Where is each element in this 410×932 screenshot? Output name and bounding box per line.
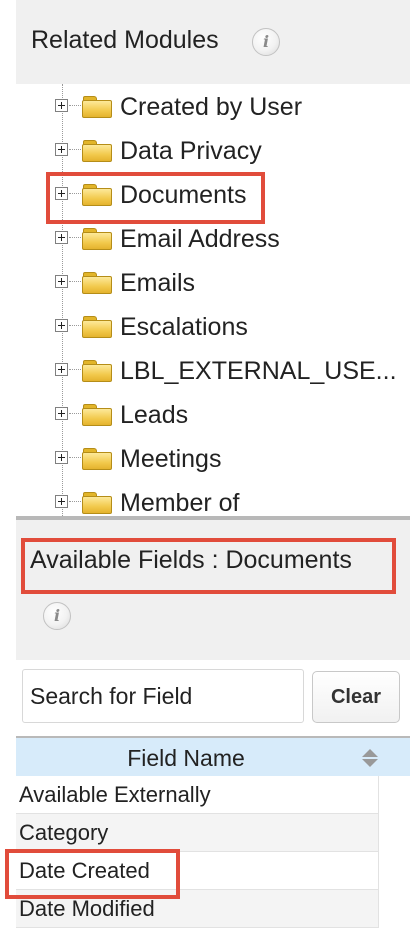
expand-icon[interactable] — [55, 407, 68, 420]
field-table: Field Name Available Externally Category… — [16, 736, 410, 928]
expand-icon[interactable] — [55, 451, 68, 464]
report-wizard-page: Related Modules i Created by User Data P… — [0, 0, 410, 932]
sort-icon[interactable] — [362, 749, 378, 767]
table-row[interactable]: Available Externally — [16, 776, 379, 814]
expand-icon[interactable] — [55, 363, 68, 376]
info-icon[interactable]: i — [43, 602, 71, 630]
expand-icon[interactable] — [55, 99, 68, 112]
tree-item-meetings[interactable]: Meetings — [16, 436, 410, 480]
tree-item-label[interactable]: Emails — [120, 268, 195, 298]
clear-button[interactable]: Clear — [312, 671, 400, 723]
tree-item-label[interactable]: Created by User — [120, 92, 302, 122]
expand-icon[interactable] — [55, 495, 68, 508]
folder-icon — [82, 492, 112, 514]
tree-item-escalations[interactable]: Escalations — [16, 304, 410, 348]
folder-icon — [82, 404, 112, 426]
expand-icon[interactable] — [55, 187, 68, 200]
table-row[interactable]: Date Modified — [16, 890, 379, 928]
folder-icon — [82, 272, 112, 294]
folder-icon — [82, 184, 112, 206]
tree-item-member-of[interactable]: Member of — [16, 480, 410, 516]
folder-icon — [82, 448, 112, 470]
tree-item-label[interactable]: Escalations — [120, 312, 248, 342]
related-modules-header: Related Modules i — [16, 0, 410, 84]
tree-item-email-address[interactable]: Email Address — [16, 216, 410, 260]
tree-item-label[interactable]: LBL_EXTERNAL_USE... — [120, 356, 410, 386]
expand-icon[interactable] — [55, 319, 68, 332]
tree-item-label[interactable]: Meetings — [120, 444, 221, 474]
column-header-label: Field Name — [127, 745, 245, 771]
field-search-input[interactable] — [22, 669, 304, 723]
related-modules-title: Related Modules — [31, 26, 219, 54]
tree-item-label[interactable]: Email Address — [120, 224, 280, 254]
tree-item-emails[interactable]: Emails — [16, 260, 410, 304]
tree-item-leads[interactable]: Leads — [16, 392, 410, 436]
expand-icon[interactable] — [55, 143, 68, 156]
available-fields-header: Available Fields : Documents i — [16, 520, 410, 660]
tree-item-data-privacy[interactable]: Data Privacy — [16, 128, 410, 172]
folder-icon — [82, 96, 112, 118]
related-modules-tree: Created by User Data Privacy Documents E… — [16, 84, 410, 516]
tree-item-created-by-user[interactable]: Created by User — [16, 84, 410, 128]
folder-icon — [82, 316, 112, 338]
field-name-column-header[interactable]: Field Name — [16, 736, 410, 776]
related-modules-panel: Related Modules i Created by User Data P… — [16, 0, 410, 516]
tree-item-label[interactable]: Documents — [120, 180, 246, 210]
table-row[interactable]: Date Created — [16, 852, 379, 890]
table-row[interactable]: Category — [16, 814, 379, 852]
tree-item-label[interactable]: Leads — [120, 400, 188, 430]
folder-icon — [82, 360, 112, 382]
tree-item-label[interactable]: Member of — [120, 488, 239, 516]
folder-icon — [82, 228, 112, 250]
folder-icon — [82, 140, 112, 162]
info-icon[interactable]: i — [252, 28, 280, 56]
expand-icon[interactable] — [55, 231, 68, 244]
tree-item-external-users[interactable]: LBL_EXTERNAL_USE... — [16, 348, 410, 392]
available-fields-title: Available Fields : Documents — [30, 546, 352, 574]
tree-item-label[interactable]: Data Privacy — [120, 136, 262, 166]
tree-item-documents[interactable]: Documents — [16, 172, 410, 216]
expand-icon[interactable] — [55, 275, 68, 288]
